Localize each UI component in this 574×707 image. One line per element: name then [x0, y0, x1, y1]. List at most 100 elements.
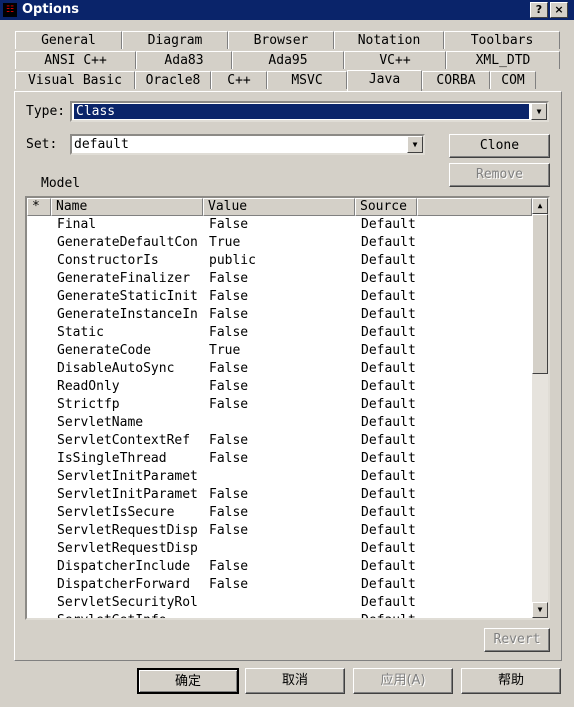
- cell-name: ServletName: [57, 415, 144, 430]
- cell-value: False: [209, 433, 249, 448]
- help-title-button[interactable]: ?: [530, 2, 548, 18]
- cell-value: False: [209, 361, 249, 376]
- table-row[interactable]: ConstructorIs public Default: [27, 252, 532, 270]
- revert-button[interactable]: Revert: [484, 628, 550, 652]
- cell-source: Default: [361, 379, 416, 394]
- scroll-thumb[interactable]: [532, 214, 548, 374]
- cell-value: False: [209, 559, 249, 574]
- clone-button[interactable]: Clone: [449, 134, 550, 158]
- cell-value: False: [209, 325, 249, 340]
- tab-msvc[interactable]: MSVC: [267, 71, 347, 89]
- table-row[interactable]: ServletName Default: [27, 414, 532, 432]
- tab-toolbars[interactable]: Toolbars: [444, 31, 560, 49]
- table-row[interactable]: GenerateDefaultCon True Default: [27, 234, 532, 252]
- cell-source: Default: [361, 505, 416, 520]
- property-grid[interactable]: * Name Value Source Final False Default Gen…: [25, 196, 550, 620]
- cell-value: False: [209, 289, 249, 304]
- type-value: Class: [74, 104, 529, 119]
- cell-name: GenerateInstanceIn: [57, 307, 198, 322]
- cell-value: False: [209, 397, 249, 412]
- table-row[interactable]: ServletSecurityRol Default: [27, 594, 532, 612]
- column-header-name[interactable]: Name: [51, 198, 203, 216]
- table-row[interactable]: ServletInitParamet False Default: [27, 486, 532, 504]
- cell-source: Default: [361, 559, 416, 574]
- cell-name: Strictfp: [57, 397, 120, 412]
- cell-name: ConstructorIs: [57, 253, 159, 268]
- table-row[interactable]: Strictfp False Default: [27, 396, 532, 414]
- column-header-marker[interactable]: *: [27, 198, 51, 216]
- column-header-value[interactable]: Value: [203, 198, 355, 216]
- cell-value: True: [209, 343, 241, 358]
- table-row[interactable]: ServletIsSecure False Default: [27, 504, 532, 522]
- cell-name: Final: [57, 217, 97, 232]
- table-row[interactable]: ReadOnly False Default: [27, 378, 532, 396]
- title-bar: ☷ Options ? ×: [0, 0, 574, 20]
- cell-source: Default: [361, 541, 416, 556]
- tab-vc-[interactable]: VC++: [344, 51, 446, 69]
- cell-value: False: [209, 379, 249, 394]
- tab-diagram[interactable]: Diagram: [122, 31, 228, 49]
- cell-name: ServletSecurityRol: [57, 595, 198, 610]
- chevron-down-icon[interactable]: ▼: [407, 136, 423, 153]
- scroll-down-icon[interactable]: ▼: [532, 602, 548, 618]
- apply-button[interactable]: 应用(A): [353, 668, 453, 694]
- column-header-source[interactable]: Source: [355, 198, 417, 216]
- vertical-scrollbar[interactable]: ▲ ▼: [532, 198, 548, 618]
- cell-source: Default: [361, 217, 416, 232]
- table-row[interactable]: ServletInitParamet Default: [27, 468, 532, 486]
- table-row[interactable]: IsSingleThread False Default: [27, 450, 532, 468]
- table-row[interactable]: GenerateCode True Default: [27, 342, 532, 360]
- tab-visual-basic[interactable]: Visual Basic: [15, 71, 135, 89]
- tab-com[interactable]: COM: [490, 71, 536, 89]
- tab-java[interactable]: Java: [347, 70, 422, 91]
- cell-source: Default: [361, 307, 416, 322]
- cell-source: Default: [361, 433, 416, 448]
- type-select[interactable]: Class ▼: [70, 101, 549, 122]
- cell-name: ServletGetInfo: [57, 612, 205, 618]
- cell-name: ServletInitParamet: [57, 469, 198, 484]
- table-row[interactable]: DisableAutoSync False Default: [27, 360, 532, 378]
- tab-c-[interactable]: C++: [211, 71, 267, 89]
- help-button[interactable]: 帮助: [461, 668, 561, 694]
- table-row[interactable]: DispatcherForward False Default: [27, 576, 532, 594]
- cancel-button[interactable]: 取消: [245, 668, 345, 694]
- tab-oracle8[interactable]: Oracle8: [135, 71, 211, 89]
- tab-browser[interactable]: Browser: [228, 31, 334, 49]
- table-row[interactable]: ServletGetInfo Default: [27, 612, 532, 618]
- cell-name: Static: [57, 325, 104, 340]
- cell-source: Default: [361, 361, 416, 376]
- cell-source: Default: [361, 325, 416, 340]
- tab-ansi-c-[interactable]: ANSI C++: [15, 51, 136, 69]
- cell-value: public: [209, 253, 256, 268]
- remove-button[interactable]: Remove: [449, 163, 550, 187]
- cell-name: DispatcherInclude: [57, 559, 191, 574]
- cell-value: False: [209, 451, 249, 466]
- cell-name: GenerateCode: [57, 343, 151, 358]
- close-button[interactable]: ×: [550, 2, 568, 18]
- table-row[interactable]: Final False Default: [27, 216, 532, 234]
- cell-value: False: [209, 271, 249, 286]
- scroll-up-icon[interactable]: ▲: [532, 198, 548, 214]
- table-row[interactable]: GenerateFinalizer False Default: [27, 270, 532, 288]
- table-row[interactable]: ServletRequestDisp Default: [27, 540, 532, 558]
- cell-source: Default: [361, 271, 416, 286]
- table-row[interactable]: ServletContextRef False Default: [27, 432, 532, 450]
- tab-notation[interactable]: Notation: [334, 31, 444, 49]
- table-row[interactable]: Static False Default: [27, 324, 532, 342]
- chevron-down-icon[interactable]: ▼: [531, 103, 547, 120]
- cell-source: Default: [361, 487, 416, 502]
- tab-xml-dtd[interactable]: XML_DTD: [446, 51, 560, 69]
- table-row[interactable]: DispatcherInclude False Default: [27, 558, 532, 576]
- table-row[interactable]: GenerateStaticInit False Default: [27, 288, 532, 306]
- cell-source: Default: [361, 253, 416, 268]
- tab-ada95[interactable]: Ada95: [232, 51, 344, 69]
- cell-value: False: [209, 307, 249, 322]
- cell-name: ServletInitParamet: [57, 487, 198, 502]
- set-select[interactable]: default ▼: [70, 134, 425, 155]
- tab-ada83[interactable]: Ada83: [136, 51, 232, 69]
- table-row[interactable]: ServletRequestDisp False Default: [27, 522, 532, 540]
- table-row[interactable]: GenerateInstanceIn False Default: [27, 306, 532, 324]
- ok-button[interactable]: 确定: [137, 668, 239, 694]
- tab-corba[interactable]: CORBA: [422, 71, 490, 89]
- tab-general[interactable]: General: [15, 31, 122, 49]
